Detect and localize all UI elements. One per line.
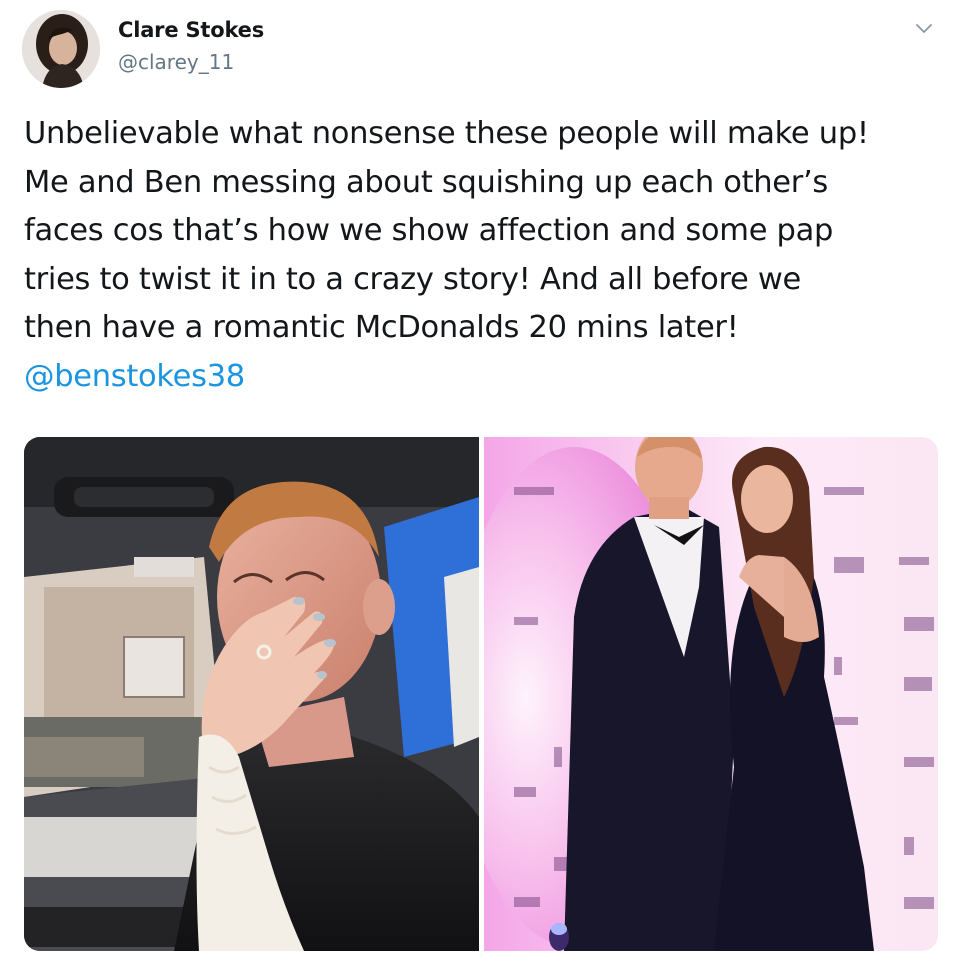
tweet-line: Me and Ben messing about squishing up ea… [24, 164, 828, 200]
tweet-line: faces cos that’s how we show affection a… [24, 213, 834, 248]
tweet-line: tries to twist it in to a crazy story! A… [24, 261, 802, 297]
user-handle[interactable]: @clarey_11 [118, 50, 234, 74]
tweet: Clare Stokes @clarey_11 Unbelievable wha… [0, 0, 962, 970]
tweet-line: then have a romantic McDonalds 20 mins l… [24, 310, 739, 345]
mention-link[interactable]: @benstokes38 [24, 359, 245, 394]
tweet-text: Unbelievable what nonsense these people … [24, 110, 944, 401]
avatar[interactable] [22, 10, 100, 88]
display-name[interactable]: Clare Stokes [118, 18, 264, 42]
chevron-down-icon[interactable] [914, 20, 934, 36]
avatar-image [22, 10, 100, 88]
car-selfie-photo[interactable] [24, 437, 479, 951]
tweet-line: Unbelievable what nonsense these people … [24, 116, 869, 151]
red-carpet-photo[interactable] [484, 437, 938, 951]
media-grid [24, 437, 938, 951]
